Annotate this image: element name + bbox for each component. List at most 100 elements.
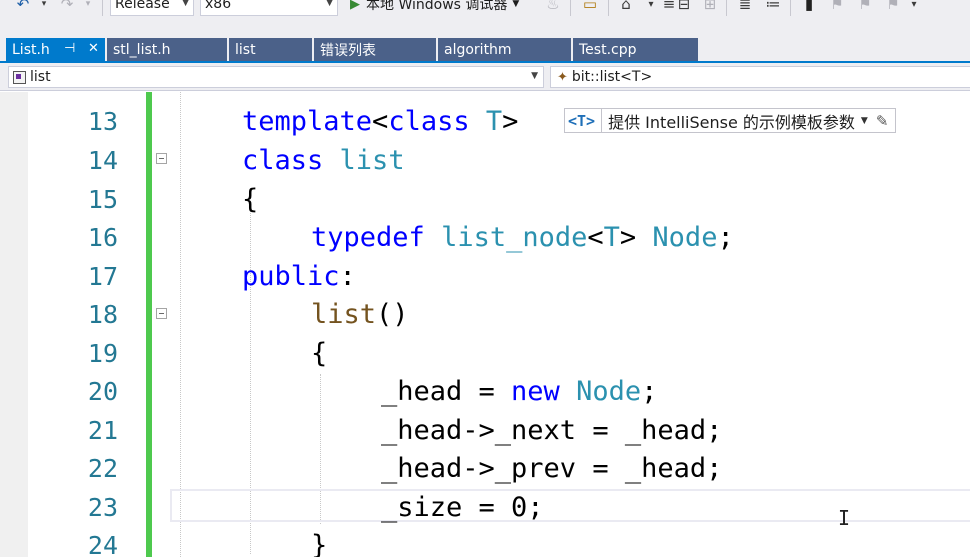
close-icon[interactable]: ✕ [88, 41, 99, 56]
tab-stl-list-h[interactable]: stl_list.h [107, 38, 228, 61]
code-line: 20 _head = new Node; [0, 372, 970, 411]
redo-icon[interactable]: ↷ [56, 0, 78, 16]
code-line: 17 public: [0, 257, 970, 296]
toolbar-separator [102, 0, 103, 16]
code-line: 18 list() [0, 295, 970, 334]
code-text: class list [242, 145, 405, 176]
template-argument-hint[interactable]: <T> 提供 IntelliSense 的示例模板参数 ▼ ✎ [564, 108, 896, 133]
chevron-down-icon: ▼ [182, 0, 189, 8]
code-text: _size = 0; [381, 492, 544, 523]
line-number: 20 [87, 377, 118, 406]
code-text: { [242, 184, 259, 215]
line-number: 17 [87, 262, 118, 291]
tab-test-cpp[interactable]: Test.cpp [573, 38, 699, 61]
code-line: 24 } [0, 526, 970, 557]
code-line: 23 _size = 0; [0, 488, 970, 527]
text-cursor-icon: I [838, 506, 851, 530]
clear-bookmarks-icon[interactable]: ⚑ [882, 0, 904, 16]
code-text: } [311, 530, 328, 557]
chevron-down-icon[interactable]: ▼ [861, 116, 868, 126]
line-number-partial: 12 [30, 92, 118, 101]
tab-label: 错误列表 [320, 42, 376, 59]
line-number: 24 [87, 531, 118, 557]
line-number: 18 [87, 300, 118, 329]
home-icon[interactable]: ⌂ [614, 0, 638, 16]
class-icon [13, 70, 26, 84]
tab-list-h[interactable]: List.h ⊣ ✕ [6, 38, 106, 61]
run-icon: ▶ [350, 0, 360, 12]
tab-algorithm[interactable]: algorithm [438, 38, 572, 61]
debug-target-label: 本地 Windows 调试器 [366, 0, 508, 13]
redo-dropdown-icon[interactable]: ▾ [82, 0, 94, 16]
line-number: 15 [87, 185, 118, 214]
line-number: 13 [87, 107, 118, 136]
tab-label: Test.cpp [579, 41, 637, 58]
previous-bookmark-icon[interactable]: ⚑ [826, 0, 848, 16]
undo-dropdown-icon[interactable]: ▾ [38, 0, 50, 16]
line-number: 22 [87, 454, 118, 483]
tab-label: List.h [12, 41, 50, 58]
code-text: typedef list_node<T> Node; [311, 222, 734, 253]
code-line: 16 typedef list_node<T> Node; [0, 218, 970, 257]
platform-select[interactable]: x86 ▼ [200, 0, 338, 16]
toolbar-separator [608, 0, 609, 16]
toolbar-separator [726, 0, 727, 16]
toolbar: ↶ ▾ ↷ ▾ Release ▼ x86 ▼ ▶ 本地 Windows 调试器… [0, 0, 970, 36]
undo-icon[interactable]: ↶ [12, 0, 34, 16]
configuration-value: Release [115, 0, 170, 12]
code-line: 14 class list [0, 141, 970, 180]
document-tab-bar: List.h ⊣ ✕ stl_list.h list 错误列表 algorith… [0, 36, 970, 63]
hot-reload-icon[interactable]: ♨ [544, 0, 562, 16]
scope-dropdown[interactable]: list ▼ [8, 66, 544, 88]
toolbar-separator [790, 0, 791, 16]
next-bookmark-icon[interactable]: ⚑ [854, 0, 876, 16]
line-number: 16 [87, 223, 118, 252]
hint-text: 提供 IntelliSense 的示例模板参数 [608, 112, 855, 132]
line-number: 23 [87, 493, 118, 522]
chevron-down-icon: ▼ [512, 0, 520, 9]
code-text: _head->_next = _head; [381, 415, 723, 446]
uncomment-lines-icon[interactable]: ≔ [762, 0, 784, 16]
scope-value: list [30, 69, 51, 85]
platform-value: x86 [205, 0, 232, 12]
code-text: _head = new Node; [381, 376, 658, 407]
navigation-bar: list ▼ ✦ bit::list<T> [0, 63, 970, 91]
toolbar-separator [570, 0, 571, 16]
solution-icon[interactable]: ⊟ [674, 0, 694, 16]
code-text: _head->_prev = _head; [381, 453, 723, 484]
line-number: 14 [87, 146, 118, 175]
code-text: { [311, 338, 328, 369]
code-line: 21 _head->_next = _head; [0, 411, 970, 450]
member-value: bit::list<T> [571, 69, 653, 85]
comment-lines-icon[interactable]: ≣ [734, 0, 756, 16]
configuration-select[interactable]: Release ▼ [110, 0, 194, 16]
code-line: 15 { [0, 180, 970, 219]
split-icon[interactable]: ⊞ [700, 0, 720, 16]
chevron-down-icon[interactable]: ▾ [644, 0, 658, 16]
chevron-down-icon: ▼ [531, 71, 538, 81]
hint-separator [601, 108, 603, 133]
code-editor[interactable]: 12 13 template<class T> 14 class list 15… [0, 92, 970, 557]
member-icon: ✦ [557, 69, 568, 85]
code-text: template<class T> [242, 106, 519, 137]
toolbar-overflow-icon[interactable]: ▾ [906, 0, 922, 16]
line-number: 21 [87, 416, 118, 445]
start-debugging-button[interactable]: ▶ 本地 Windows 调试器 ▼ [350, 0, 519, 16]
find-in-files-icon[interactable]: ▭ [578, 0, 602, 16]
code-text: list() [311, 299, 409, 330]
template-tag: <T> [568, 111, 596, 130]
pencil-icon[interactable]: ✎ [876, 112, 889, 130]
member-dropdown[interactable]: ✦ bit::list<T> [550, 66, 970, 88]
bookmark-icon[interactable]: ▮ [798, 0, 820, 16]
line-number: 19 [87, 339, 118, 368]
tab-label: list [235, 41, 256, 58]
pin-icon[interactable]: ⊣ [64, 41, 75, 56]
tab-label: algorithm [444, 41, 512, 58]
tab-error-list[interactable]: 错误列表 [314, 38, 437, 61]
tab-label: stl_list.h [113, 41, 171, 58]
chevron-down-icon: ▼ [326, 0, 333, 8]
code-text: public: [242, 261, 356, 292]
tab-list[interactable]: list [229, 38, 313, 61]
code-line: 22 _head->_prev = _head; [0, 449, 970, 488]
code-line: 19 { [0, 334, 970, 373]
